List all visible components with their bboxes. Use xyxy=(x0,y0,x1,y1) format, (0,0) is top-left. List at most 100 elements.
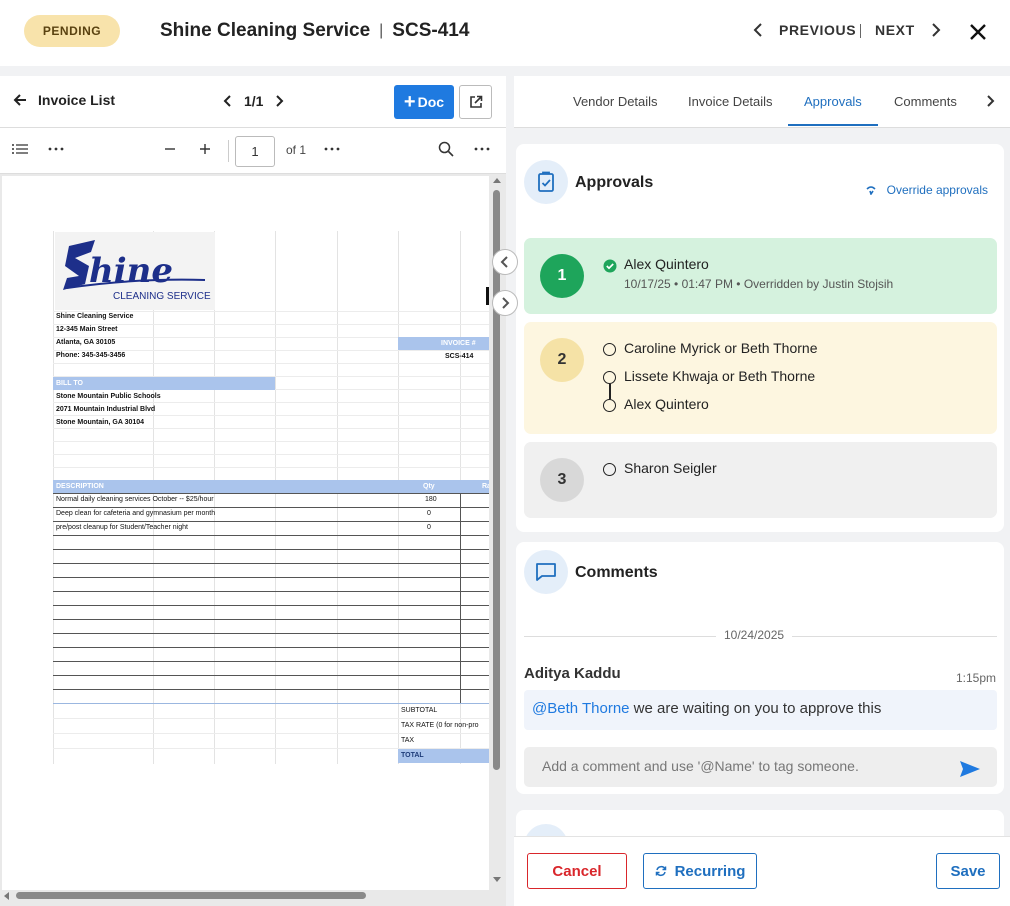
scroll-down-icon[interactable] xyxy=(492,876,502,884)
toolbar-divider xyxy=(228,140,229,162)
expand-right-button[interactable] xyxy=(492,290,518,316)
grid-line xyxy=(53,661,489,662)
pdf-canvas: hine CLEANING SERVICE Shine Cleaning Ser… xyxy=(0,174,506,906)
pager-count: 1/1 xyxy=(244,93,264,109)
save-button[interactable]: Save xyxy=(936,853,1000,889)
grid-line xyxy=(460,493,461,703)
zoom-in-icon[interactable] xyxy=(198,141,212,157)
grid-line xyxy=(53,633,489,634)
approval-step-1: 1 Alex Quintero 10/17/25 • 01:47 PM • Ov… xyxy=(524,238,997,314)
scroll-left-icon[interactable] xyxy=(2,891,10,901)
text-cursor xyxy=(486,287,489,305)
grid-line xyxy=(53,703,489,704)
horizontal-scrollbar[interactable] xyxy=(2,890,489,902)
doc-line-qty: 180 xyxy=(425,496,437,503)
page-number-input[interactable]: 1 xyxy=(235,136,275,167)
pdf-toolbar: 1 of 1 xyxy=(0,128,506,174)
grid-line xyxy=(53,689,489,690)
doc-rate-header: Ra xyxy=(482,483,489,490)
grid-line xyxy=(53,549,489,550)
add-doc-button[interactable]: + Doc xyxy=(394,85,454,119)
check-circle-icon xyxy=(603,259,617,273)
doc-invoice-label: INVOICE # xyxy=(441,340,476,347)
vertical-scrollbar[interactable] xyxy=(491,176,503,888)
grid-line xyxy=(53,428,489,429)
grid-line xyxy=(53,311,489,312)
invoice-list-back-link[interactable]: Invoice List xyxy=(12,92,115,108)
scroll-up-icon[interactable] xyxy=(492,176,502,184)
doc-street: 12-345 Main Street xyxy=(56,326,118,333)
tab-approvals[interactable]: Approvals xyxy=(804,94,862,109)
comment-mention[interactable]: @Beth Thorne xyxy=(532,700,630,717)
invoice-sheet: hine CLEANING SERVICE Shine Cleaning Ser… xyxy=(53,231,489,764)
tabs-scroll-right-icon[interactable] xyxy=(985,94,995,108)
doc-city: Atlanta, GA 30105 xyxy=(56,339,116,346)
page-title: Shine Cleaning Service | SCS-414 xyxy=(160,20,469,42)
doc-bill-city: Stone Mountain, GA 30104 xyxy=(56,419,145,426)
plus-icon: + xyxy=(403,91,416,113)
approver-connector xyxy=(609,384,611,399)
cancel-button[interactable]: Cancel xyxy=(527,853,627,889)
approver-name: Caroline Myrick or Beth Thorne xyxy=(624,340,818,356)
comment-input[interactable]: Add a comment and use '@Name' to tag som… xyxy=(524,747,997,787)
title-separator: | xyxy=(379,22,384,39)
more-options-icon[interactable] xyxy=(48,141,64,157)
doc-bill-name: Stone Mountain Public Schools xyxy=(56,393,161,400)
comment-author: Aditya Kaddu xyxy=(524,665,621,682)
chevron-left-icon[interactable] xyxy=(222,94,234,108)
grid-line xyxy=(53,563,489,564)
grid-line xyxy=(53,467,489,468)
document-pager: 1/1 xyxy=(222,93,285,109)
close-icon[interactable] xyxy=(968,22,988,42)
send-icon[interactable] xyxy=(959,760,981,778)
outline-list-icon[interactable] xyxy=(11,141,29,157)
approval-step-3: 3 Sharon Seigler xyxy=(524,442,997,518)
more-options-icon[interactable] xyxy=(474,141,490,157)
doc-phone: Phone: 345-345-3456 xyxy=(56,352,126,359)
tab-vendor-details[interactable]: Vendor Details xyxy=(573,94,658,109)
approver-name: Lissete Khwaja or Beth Thorne xyxy=(624,368,816,384)
doc-tax-label: TAX xyxy=(401,737,415,744)
grid-line xyxy=(53,507,489,508)
pending-circle-icon xyxy=(603,343,616,356)
pending-circle-icon xyxy=(603,371,616,384)
details-tabs: Vendor Details Invoice Details Approvals… xyxy=(514,76,1010,128)
comment-text: we are waiting on you to approve this xyxy=(629,700,882,717)
grid-line xyxy=(53,577,489,578)
grid-line xyxy=(53,733,489,734)
vendor-name: Shine Cleaning Service xyxy=(160,20,371,41)
zoom-out-icon[interactable] xyxy=(163,141,177,157)
recurring-button[interactable]: Recurring xyxy=(643,853,757,889)
step-number: 3 xyxy=(540,458,584,502)
grid-line xyxy=(53,493,489,494)
page-count-label: of 1 xyxy=(286,143,307,157)
add-doc-label: Doc xyxy=(417,94,445,110)
status-badge: PENDING xyxy=(24,15,120,47)
previous-label: PREVIOUS xyxy=(779,22,857,38)
doc-line-desc: Deep clean for cafeteria and gymnasium p… xyxy=(56,510,216,517)
chevron-right-icon[interactable] xyxy=(273,94,285,108)
search-icon[interactable] xyxy=(438,141,454,157)
next-button[interactable]: NEXT xyxy=(875,22,942,38)
tab-invoice-details[interactable]: Invoice Details xyxy=(688,94,773,109)
invoice-page: hine CLEANING SERVICE Shine Cleaning Ser… xyxy=(2,176,489,890)
step-number: 1 xyxy=(540,254,584,298)
vertical-scroll-thumb[interactable] xyxy=(493,190,500,770)
tab-comments[interactable]: Comments xyxy=(894,94,957,109)
document-viewer-panel: Invoice List 1/1 + Doc 1 of 1 hine CLEAN… xyxy=(0,76,506,906)
invoice-id: SCS-414 xyxy=(392,20,470,41)
doc-desc-header: DESCRIPTION xyxy=(56,483,104,490)
previous-button[interactable]: PREVIOUS xyxy=(752,22,856,38)
collapse-left-button[interactable] xyxy=(492,249,518,275)
horizontal-scroll-thumb[interactable] xyxy=(16,892,366,899)
grid-line xyxy=(53,675,489,676)
comment-time: 1:15pm xyxy=(955,671,996,685)
chevron-right-icon xyxy=(932,23,941,37)
grid-line xyxy=(53,324,489,325)
grid-line xyxy=(53,591,489,592)
override-approvals-link[interactable]: Override approvals xyxy=(865,183,988,197)
more-options-icon[interactable] xyxy=(324,141,340,157)
grid-line xyxy=(53,454,489,455)
grid-line xyxy=(53,521,489,522)
open-external-button[interactable] xyxy=(459,85,492,119)
